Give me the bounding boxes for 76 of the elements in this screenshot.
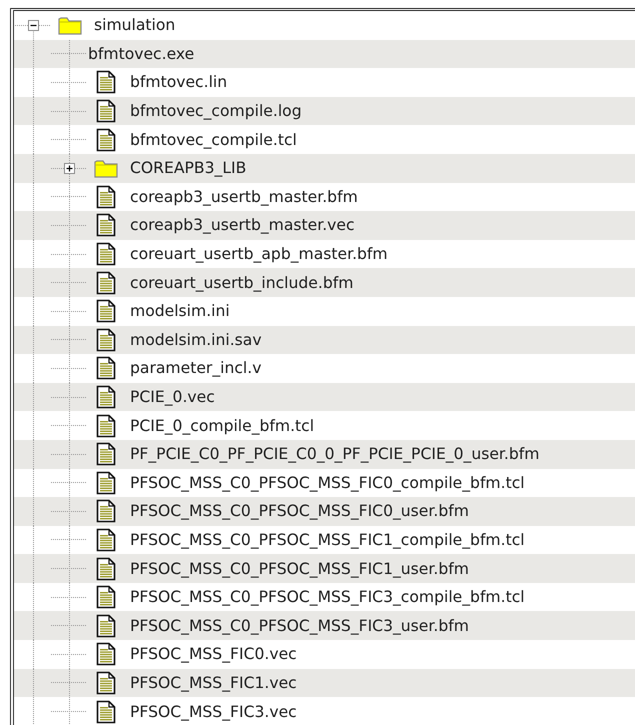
tree-row[interactable]: PF_PCIE_C0_PF_PCIE_C0_0_PF_PCIE_PCIE_0_user.bfm [14, 440, 635, 468]
tree-row[interactable]: PFSOC_MSS_C0_PFSOC_MSS_FIC1_user.bfm [14, 554, 635, 583]
tree-row[interactable]: PCIE_0.vec [14, 382, 635, 412]
tree-row[interactable]: PCIE_0_compile_bfm.tcl [14, 411, 635, 440]
file-icon [96, 642, 116, 666]
tree-row[interactable]: PFSOC_MSS_C0_PFSOC_MSS_FIC3_user.bfm [14, 611, 635, 640]
file-name: PFSOC_MSS_C0_PFSOC_MSS_FIC0_compile_bfm.tcl [130, 474, 525, 492]
tree-row[interactable]: COREAPB3_LIB [14, 154, 635, 183]
file-icon [96, 242, 116, 266]
file-icon [96, 356, 116, 380]
file-icon [96, 70, 116, 94]
file-name: modelsim.ini [130, 302, 230, 320]
file-name: PFSOC_MSS_FIC1.vec [130, 674, 297, 692]
file-icon [96, 585, 116, 610]
file-name: coreapb3_usertb_master.vec [130, 216, 355, 234]
collapse-toggle[interactable] [28, 20, 39, 31]
file-name: parameter_incl.v [130, 359, 262, 378]
file-icon [96, 128, 116, 152]
file-name: coreapb3_usertb_master.bfm [130, 188, 358, 206]
expand-toggle[interactable] [64, 162, 75, 174]
tree-row[interactable]: bfmtovec_compile.tcl [14, 125, 635, 154]
file-icon [96, 213, 116, 238]
file-icon [96, 470, 116, 495]
tree-row[interactable]: coreuart_usertb_apb_master.bfm [14, 240, 635, 268]
tree-row[interactable]: modelsim.ini [14, 296, 635, 326]
file-name: PFSOC_MSS_C0_PFSOC_MSS_FIC1_compile_bfm.tcl [130, 530, 525, 549]
file-icon [96, 499, 116, 524]
file-name: PFSOC_MSS_C0_PFSOC_MSS_FIC3_user.bfm [130, 616, 469, 635]
tree-row[interactable]: bfmtovec.exe [14, 40, 635, 68]
file-name: PCIE_0.vec [130, 388, 215, 406]
tree-row[interactable]: bfmtovec_compile.log [14, 96, 635, 126]
file-icon [96, 99, 116, 124]
file-icon [96, 556, 116, 581]
tree-row[interactable]: parameter_incl.v [14, 354, 635, 383]
file-icon [96, 385, 116, 410]
file-name: bfmtovec_compile.log [130, 102, 302, 120]
file-name: PFSOC_MSS_FIC3.vec [130, 702, 297, 721]
folder-icon [58, 15, 82, 36]
file-name: PFSOC_MSS_FIC0.vec [130, 645, 297, 664]
tree-row[interactable]: PFSOC_MSS_C0_PFSOC_MSS_FIC3_compile_bfm.tcl [14, 582, 635, 612]
tree-row[interactable]: PFSOC_MSS_FIC0.vec [14, 640, 635, 669]
file-name: coreuart_usertb_include.bfm [130, 274, 354, 292]
tree-row[interactable]: PFSOC_MSS_FIC3.vec [14, 697, 635, 725]
file-name: PF_PCIE_C0_PF_PCIE_C0_0_PF_PCIE_PCIE_0_user.bfm [130, 445, 540, 464]
tree-row[interactable]: PFSOC_MSS_C0_PFSOC_MSS_FIC0_user.bfm [14, 497, 635, 526]
file-name: coreuart_usertb_apb_master.bfm [130, 245, 388, 264]
tree-row[interactable]: PFSOC_MSS_C0_PFSOC_MSS_FIC0_compile_bfm.tcl [14, 468, 635, 498]
tree-row[interactable]: coreapb3_usertb_master.vec [14, 211, 635, 240]
file-name: PFSOC_MSS_C0_PFSOC_MSS_FIC1_user.bfm [130, 560, 469, 578]
file-icon [96, 528, 116, 552]
file-icon [96, 328, 116, 352]
tree-row[interactable]: modelsim.ini.sav [14, 326, 635, 354]
file-icon [96, 184, 116, 209]
file-icon [96, 270, 116, 295]
tree-row[interactable]: coreapb3_usertb_master.bfm [14, 182, 635, 212]
tree-row[interactable]: PFSOC_MSS_FIC1.vec [14, 668, 635, 698]
folder-icon [94, 158, 118, 178]
file-icon [96, 414, 116, 438]
tree-row[interactable]: simulation [14, 11, 635, 40]
folder-name: COREAPB3_LIB [130, 159, 246, 178]
file-name: bfmtovec_compile.tcl [130, 130, 297, 149]
file-name: PFSOC_MSS_C0_PFSOC_MSS_FIC3_compile_bfm.tcl [130, 588, 525, 606]
file-name: bfmtovec.exe [88, 44, 194, 63]
folder-name: simulation [94, 16, 176, 34]
file-name: modelsim.ini.sav [130, 330, 262, 349]
file-name: PFSOC_MSS_C0_PFSOC_MSS_FIC0_user.bfm [130, 502, 469, 520]
file-icon [96, 442, 116, 466]
file-icon [96, 700, 116, 724]
tree-row[interactable]: PFSOC_MSS_C0_PFSOC_MSS_FIC1_compile_bfm.tcl [14, 526, 635, 554]
file-name: PCIE_0_compile_bfm.tcl [130, 416, 314, 435]
file-icon [96, 614, 116, 638]
file-icon [96, 299, 116, 324]
tree-row[interactable]: coreuart_usertb_include.bfm [14, 268, 635, 297]
file-name: bfmtovec.lin [130, 73, 228, 92]
file-icon [96, 670, 116, 695]
tree-row[interactable]: bfmtovec.lin [14, 68, 635, 97]
